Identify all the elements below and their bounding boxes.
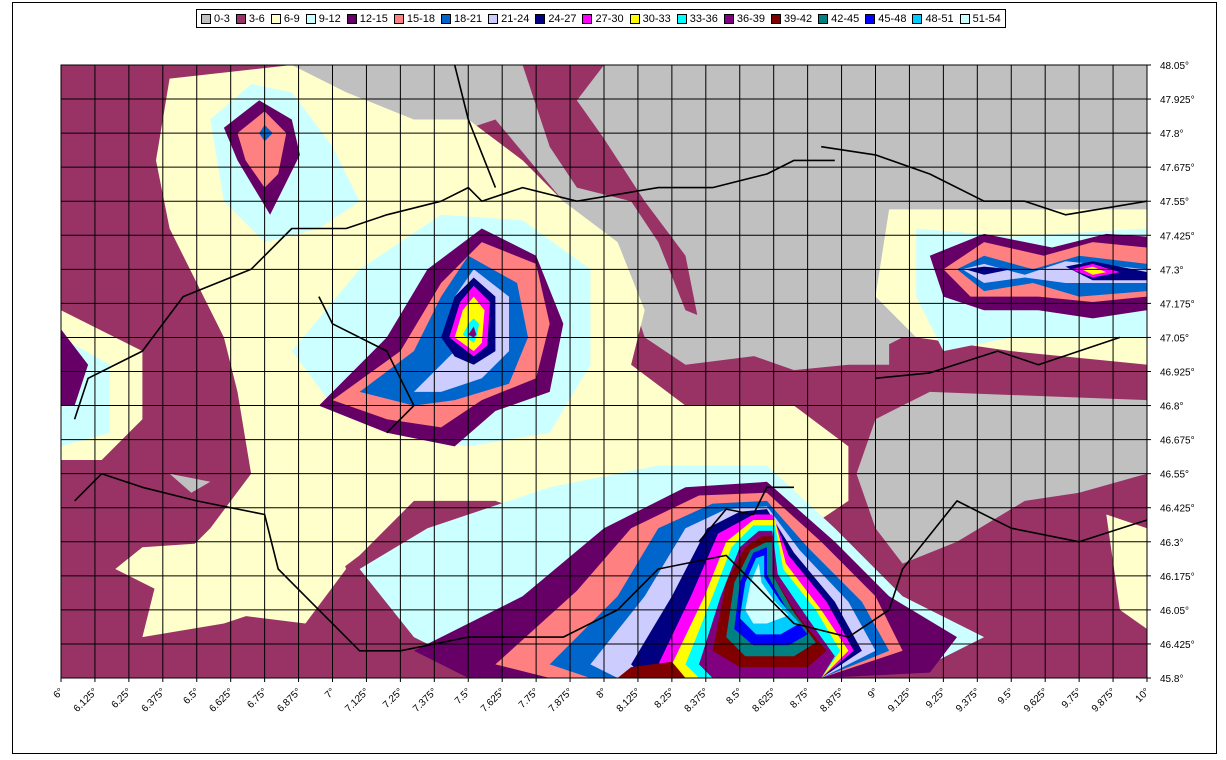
- y-tick-label: 46.425°: [1160, 640, 1195, 651]
- x-tick-label: 8.125°: [615, 686, 643, 714]
- x-tick-label: 9.625°: [1022, 686, 1050, 714]
- x-tick-label: 7.375°: [411, 686, 439, 714]
- y-tick-label: 47.175°: [1160, 299, 1195, 310]
- y-tick-label: 46.425°: [1160, 504, 1195, 515]
- y-tick-label: 47.55°: [1160, 197, 1189, 208]
- x-tick-label: 9°: [866, 686, 881, 701]
- x-tick-label: 6.625°: [208, 686, 236, 714]
- contour-chart: 48.05° 47.925° 47.8° 47.675° 47.55° 47.425° 47…: [52, 61, 1195, 715]
- x-tick-label: 7.75°: [517, 686, 541, 710]
- y-tick-label: 47.3°: [1160, 265, 1183, 276]
- x-tick-label: 8°: [595, 686, 610, 701]
- x-tick-label: 8.25°: [653, 686, 677, 710]
- x-tick-label: 7.25°: [381, 686, 405, 710]
- y-tick-label: 46.925°: [1160, 368, 1195, 379]
- x-tick-label: 7°: [323, 686, 338, 701]
- x-tick-label: 9.875°: [1090, 686, 1118, 714]
- y-tick-label: 47.425°: [1160, 231, 1195, 242]
- x-tick-label: 8.875°: [818, 686, 846, 714]
- y-tick-label: 46.8°: [1160, 402, 1183, 413]
- x-tick-label: 7.625°: [479, 686, 507, 714]
- x-tick-label: 7.125°: [343, 686, 371, 714]
- x-tick-label: 7.875°: [547, 686, 575, 714]
- x-tick-label: 9.125°: [886, 686, 914, 714]
- x-tick-label: 6.75°: [245, 686, 269, 710]
- x-tick-label: 6.5°: [181, 686, 201, 706]
- x-tick-label: 6.375°: [140, 686, 168, 714]
- x-tick-label: 6.125°: [72, 686, 100, 714]
- x-tick-label: 6.25°: [110, 686, 134, 710]
- x-tick-label: 8.375°: [683, 686, 711, 714]
- y-tick-label: 45.8°: [1160, 674, 1183, 685]
- y-tick-label: 46.55°: [1160, 470, 1189, 481]
- x-tick-label: 9.75°: [1060, 686, 1084, 710]
- plot-area: [61, 65, 1147, 678]
- x-tick-label: 9.375°: [954, 686, 982, 714]
- x-tick-label: 9.5°: [996, 686, 1016, 706]
- x-tick-label: 6°: [52, 686, 67, 701]
- y-tick-label: 47.8°: [1160, 129, 1183, 140]
- x-tick-label: 8.5°: [724, 686, 744, 706]
- x-tick-label: 7.5°: [453, 686, 473, 706]
- y-tick-label: 47.05°: [1160, 333, 1189, 344]
- y-tick-label: 46.3°: [1160, 538, 1183, 549]
- y-tick-label: 47.925°: [1160, 95, 1195, 106]
- y-tick-label: 47.675°: [1160, 163, 1195, 174]
- y-tick-label: 46.175°: [1160, 572, 1195, 583]
- y-tick-label: 46.05°: [1160, 606, 1189, 617]
- x-tick-label: 6.875°: [275, 686, 303, 714]
- x-tick-label: 8.625°: [751, 686, 779, 714]
- y-tick-label: 46.675°: [1160, 436, 1195, 447]
- x-tick-label: 9.25°: [924, 686, 948, 710]
- y-tick-label: 48.05°: [1160, 61, 1189, 72]
- x-tick-label: 8.75°: [788, 686, 812, 710]
- x-tick-label: 10°: [1134, 686, 1152, 704]
